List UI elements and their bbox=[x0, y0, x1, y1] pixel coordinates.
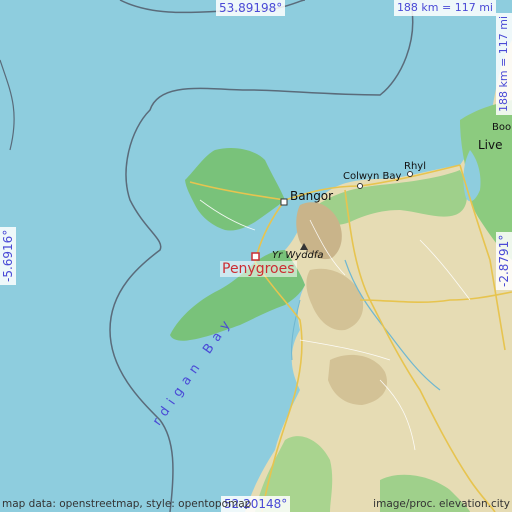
longitude-left-label: -5.6916° bbox=[0, 226, 16, 285]
image-credit: image/proc. elevation.city bbox=[373, 498, 510, 510]
scale-vertical-label: 188 km = 117 mi bbox=[496, 12, 512, 115]
town-label-bootle: Boo bbox=[492, 122, 512, 133]
place-marker-label: Penygroes bbox=[220, 261, 297, 277]
map-credit: map data: openstreetmap, style: opentopo… bbox=[2, 498, 252, 510]
longitude-right-label: -2.8791° bbox=[496, 231, 512, 290]
colwyn-bay-marker bbox=[357, 183, 363, 189]
penygroes-marker bbox=[251, 252, 260, 261]
latitude-top-label: 53.89198° bbox=[216, 0, 286, 16]
bangor-marker bbox=[280, 198, 288, 206]
town-label-liverpool: Live bbox=[478, 138, 503, 152]
town-label-yr-wyddfa: Yr Wyddfa bbox=[272, 250, 324, 261]
town-label-colwyn-bay: Colwyn Bay bbox=[343, 171, 402, 182]
rhyl-marker bbox=[407, 171, 413, 177]
map-canvas[interactable] bbox=[0, 0, 512, 512]
scale-horizontal-label: 188 km = 117 mi bbox=[393, 0, 496, 16]
town-label-bangor: Bangor bbox=[290, 189, 334, 203]
town-label-rhyl: Rhyl bbox=[404, 161, 426, 172]
